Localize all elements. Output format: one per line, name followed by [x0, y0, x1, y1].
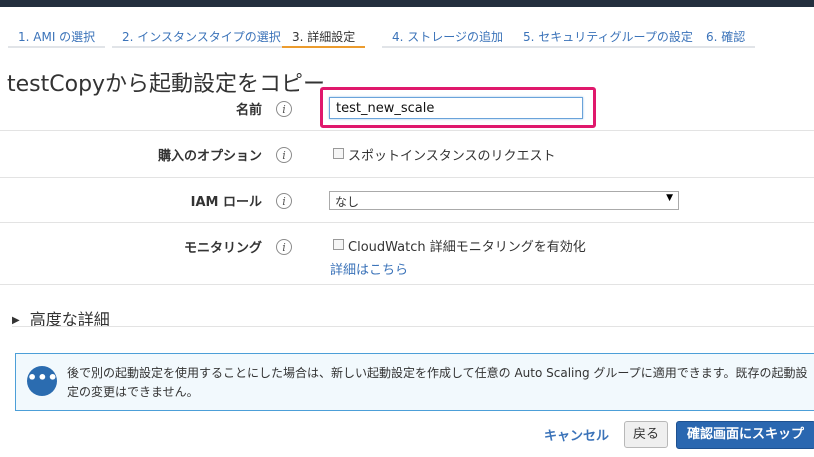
learn-more-link[interactable]: 詳細はこちら [330, 259, 408, 278]
step-configure-security-group[interactable]: 5. セキュリティグループの設定 [513, 22, 703, 48]
notice-text: 後で別の起動設定を使用することにした場合は、新しい起動設定を作成して任意の Au… [67, 366, 808, 399]
chat-bubble-icon: ••• [27, 366, 58, 396]
step-choose-ami[interactable]: 1. AMI の選択 [8, 22, 106, 48]
step-choose-instance-type[interactable]: 2. インスタンスタイプの選択 [112, 22, 291, 48]
name-info-icon[interactable]: i [276, 101, 292, 117]
iam-info-icon[interactable]: i [276, 193, 292, 209]
caret-right-icon: ▶ [12, 315, 20, 326]
cancel-button[interactable]: キャンセル [544, 425, 609, 444]
row-divider [0, 130, 814, 131]
row-divider [0, 177, 814, 178]
monitoring-info-icon[interactable]: i [276, 239, 292, 255]
name-input-highlight [320, 87, 596, 128]
purchase-info-icon[interactable]: i [276, 147, 292, 163]
iam-role-selected-value: なし [335, 195, 360, 209]
info-notice: ••• 後で別の起動設定を使用することにした場合は、新しい起動設定を作成して任意… [15, 353, 814, 411]
step-configure-details[interactable]: 3. 詳細設定 [282, 22, 366, 48]
iam-role-label: IAM ロール [190, 195, 262, 210]
row-divider [0, 222, 814, 223]
spot-instance-checkbox-label: スポットインスタンスのリクエスト [348, 149, 556, 164]
row-divider [0, 284, 814, 285]
advanced-divider [12, 326, 814, 327]
detailed-monitoring-checkbox-label: CloudWatch 詳細モニタリングを有効化 [348, 240, 586, 255]
back-button[interactable]: 戻る [624, 421, 668, 448]
spot-instance-checkbox[interactable] [333, 148, 344, 159]
iam-role-select[interactable]: なし ▼ [329, 191, 679, 210]
detailed-monitoring-checkbox[interactable] [333, 239, 344, 250]
step-review[interactable]: 6. 確認 [696, 22, 756, 48]
wizard-steps: 1. AMI の選択 2. インスタンスタイプの選択 3. 詳細設定 4. スト… [8, 22, 814, 48]
purchase-option-label: 購入のオプション [157, 149, 262, 164]
skip-to-review-button[interactable]: 確認画面にスキップ [676, 421, 814, 449]
monitoring-label: モニタリング [183, 241, 262, 256]
dropdown-arrow-icon: ▼ [666, 193, 673, 203]
top-nav-bar [0, 0, 814, 7]
page-title: testCopyから起動設定をコピー [7, 72, 326, 97]
step-add-storage[interactable]: 4. ストレージの追加 [382, 22, 514, 48]
name-label: 名前 [235, 103, 262, 118]
